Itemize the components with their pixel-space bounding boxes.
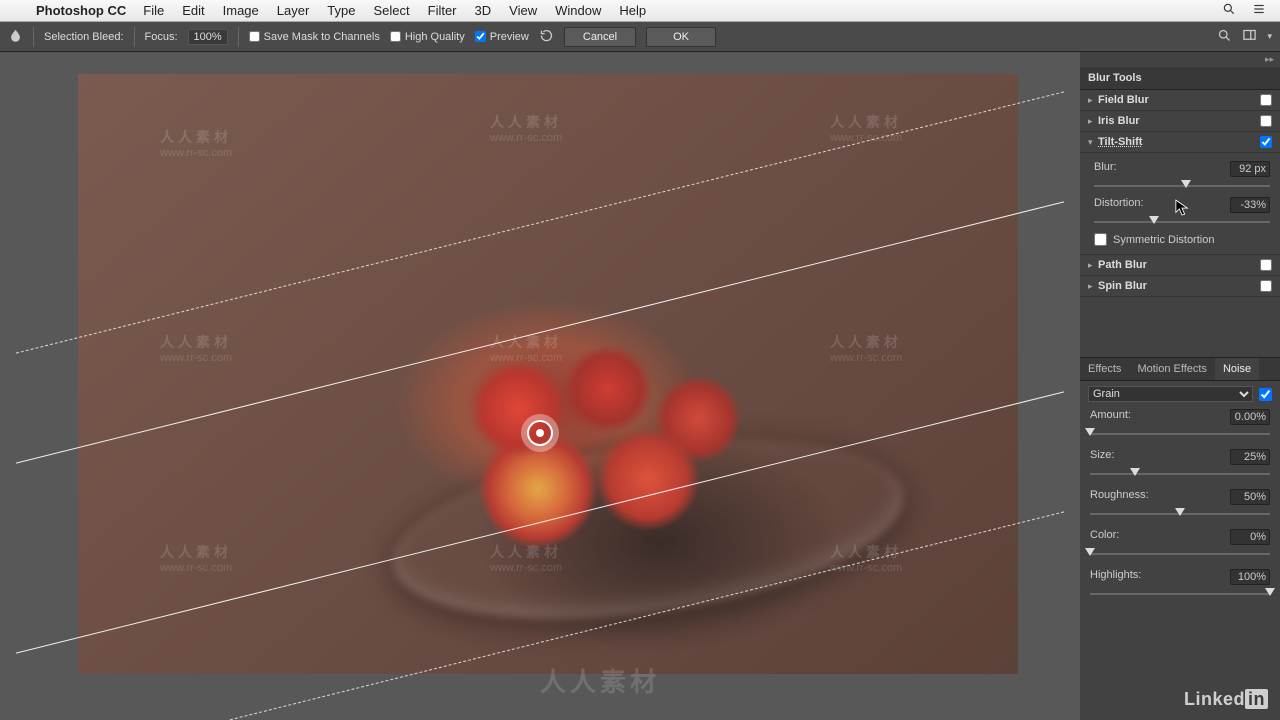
iris-blur-toggle[interactable]	[1260, 115, 1272, 127]
chevron-right-icon: ▸	[1088, 95, 1098, 106]
preview-checkbox[interactable]: Preview	[475, 31, 529, 43]
menu-image[interactable]: Image	[214, 3, 268, 18]
focus-value[interactable]: 100%	[188, 29, 228, 45]
tab-motion-effects[interactable]: Motion Effects	[1129, 358, 1215, 380]
tab-noise[interactable]: Noise	[1215, 358, 1259, 380]
symmetric-distortion-checkbox[interactable]: Symmetric Distortion	[1094, 233, 1270, 246]
search-fields-icon[interactable]	[1217, 28, 1232, 46]
distortion-value[interactable]: -33%	[1230, 197, 1270, 213]
iris-blur-row[interactable]: ▸ Iris Blur	[1080, 111, 1280, 132]
chevron-right-icon: ▸	[1088, 116, 1098, 127]
menu-edit[interactable]: Edit	[173, 3, 213, 18]
tilt-shift-controls: Blur: 92 px Distortion: -33% Symmetric D…	[1080, 153, 1280, 255]
selection-bleed-label: Selection Bleed:	[44, 31, 124, 43]
blur-tool-icon[interactable]	[8, 28, 23, 46]
size-slider[interactable]	[1090, 469, 1270, 479]
roughness-value[interactable]: 50%	[1230, 489, 1270, 505]
blur-slider[interactable]	[1094, 181, 1270, 191]
menu-type[interactable]: Type	[318, 3, 364, 18]
canvas-area[interactable]: 人人素材www.rr-sc.com 人人素材www.rr-sc.com 人人素材…	[0, 52, 1080, 720]
search-icon[interactable]	[1222, 2, 1236, 19]
cancel-button[interactable]: Cancel	[564, 27, 636, 47]
workspace-switcher-icon[interactable]	[1242, 28, 1257, 46]
app-name[interactable]: Photoshop CC	[28, 3, 134, 18]
color-label: Color:	[1090, 529, 1119, 545]
amount-slider[interactable]	[1090, 429, 1270, 439]
menu-file[interactable]: File	[134, 3, 173, 18]
size-label: Size:	[1090, 449, 1114, 465]
menu-window[interactable]: Window	[546, 3, 610, 18]
chevron-right-icon: ▸	[1088, 281, 1098, 292]
tilt-shift-row[interactable]: ▾ Tilt-Shift	[1080, 132, 1280, 153]
apples	[438, 329, 758, 559]
highlights-label: Highlights:	[1090, 569, 1141, 585]
blur-value[interactable]: 92 px	[1230, 161, 1270, 177]
blur-pin[interactable]	[527, 420, 553, 446]
menu-help[interactable]: Help	[610, 3, 655, 18]
tab-effects[interactable]: Effects	[1080, 358, 1129, 380]
ok-button[interactable]: OK	[646, 27, 716, 47]
field-blur-toggle[interactable]	[1260, 94, 1272, 106]
tilt-shift-toggle[interactable]	[1260, 136, 1272, 148]
menu-filter[interactable]: Filter	[419, 3, 466, 18]
amount-label: Amount:	[1090, 409, 1131, 425]
right-panels: ▸▸ Blur Tools ▸ Field Blur ▸ Iris Blur ▾…	[1080, 52, 1280, 720]
effects-tabs: Effects Motion Effects Noise	[1080, 357, 1280, 381]
options-bar: Selection Bleed: Focus: 100% Save Mask t…	[0, 22, 1280, 52]
menu-select[interactable]: Select	[364, 3, 418, 18]
save-mask-checkbox[interactable]: Save Mask to Channels	[249, 31, 380, 43]
size-value[interactable]: 25%	[1230, 449, 1270, 465]
distortion-slider[interactable]	[1094, 217, 1270, 227]
color-slider[interactable]	[1090, 549, 1270, 559]
workspace: 人人素材www.rr-sc.com 人人素材www.rr-sc.com 人人素材…	[0, 52, 1280, 720]
spin-blur-toggle[interactable]	[1260, 280, 1272, 292]
chevron-down-icon: ▾	[1088, 137, 1098, 148]
highlights-value[interactable]: 100%	[1230, 569, 1270, 585]
amount-value[interactable]: 0.00%	[1230, 409, 1270, 425]
chevron-right-icon: ▸	[1088, 260, 1098, 271]
path-blur-toggle[interactable]	[1260, 259, 1272, 271]
menu-view[interactable]: View	[500, 3, 546, 18]
chevron-down-icon[interactable]: ▾	[1267, 31, 1272, 42]
linkedin-branding: Linkedin	[1184, 689, 1268, 710]
distortion-label: Distortion:	[1094, 197, 1144, 213]
spin-blur-row[interactable]: ▸ Spin Blur	[1080, 276, 1280, 297]
roughness-slider[interactable]	[1090, 509, 1270, 519]
path-blur-row[interactable]: ▸ Path Blur	[1080, 255, 1280, 276]
collapse-panel-icon[interactable]: ▸▸	[1080, 52, 1280, 67]
noise-enable-toggle[interactable]	[1259, 388, 1272, 401]
color-value[interactable]: 0%	[1230, 529, 1270, 545]
highlights-slider[interactable]	[1090, 589, 1270, 599]
canvas-image	[78, 74, 1018, 674]
menu-layer[interactable]: Layer	[268, 3, 319, 18]
noise-type-select[interactable]: Grain	[1088, 386, 1253, 402]
field-blur-row[interactable]: ▸ Field Blur	[1080, 90, 1280, 111]
roughness-label: Roughness:	[1090, 489, 1149, 505]
blur-tools-header: Blur Tools	[1080, 67, 1280, 90]
mac-menubar: Photoshop CC File Edit Image Layer Type …	[0, 0, 1280, 22]
high-quality-checkbox[interactable]: High Quality	[390, 31, 465, 43]
blur-label: Blur:	[1094, 161, 1117, 177]
list-icon[interactable]	[1252, 2, 1266, 19]
focus-label: Focus:	[145, 31, 178, 43]
menu-3d[interactable]: 3D	[466, 3, 501, 18]
reset-icon[interactable]	[539, 28, 554, 46]
